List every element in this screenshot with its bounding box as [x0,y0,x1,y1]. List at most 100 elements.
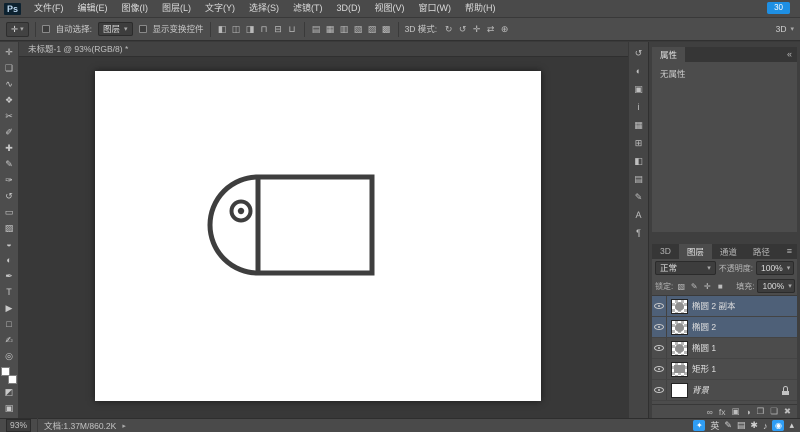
tool-preset-button[interactable]: ✛ ▾ [6,21,29,37]
lasso-tool[interactable]: ∿ [1,76,18,92]
fill-select[interactable]: 100% ▾ [757,279,796,293]
hand-tool[interactable]: ✍ [1,332,18,348]
history-brush-tool[interactable]: ↺ [1,188,18,204]
auto-select-checkbox[interactable] [41,25,50,33]
tab-3d[interactable]: 3D [652,244,679,259]
zoom-tool[interactable]: ◎ [1,348,18,364]
visibility-toggle[interactable] [652,338,667,358]
brush-tool[interactable]: ✎ [1,156,18,172]
auto-select-dropdown[interactable]: 图层 ▾ [98,22,133,36]
eraser-tool[interactable]: ▭ [1,204,18,220]
align-top-icon[interactable]: ⊓ [259,24,270,35]
tray-expand-icon[interactable]: ▴ [789,420,794,431]
collapse-panels-icon[interactable]: « [782,47,797,62]
3d-rotate-icon[interactable]: ↻ [443,24,454,35]
blur-tool[interactable]: ◒ [1,236,18,252]
color-swatches[interactable] [1,367,17,384]
brush-panel-icon[interactable]: ✎ [631,189,647,205]
menu-help[interactable]: 帮助(H) [458,3,503,13]
info-panel-icon[interactable]: i [631,99,647,115]
link-layers-icon[interactable]: ∞ [707,407,713,417]
layer-row[interactable]: 矩形 1 [652,359,797,380]
quick-selection-tool[interactable]: ❖ [1,92,18,108]
delete-layer-icon[interactable]: ✖ [784,406,791,417]
tab-paths[interactable]: 路径 [745,244,778,259]
distribute-bottom-icon[interactable]: ▥ [339,24,350,35]
menu-layer[interactable]: 图层(L) [155,3,198,13]
distribute-vertical-icon[interactable]: ▦ [325,24,336,35]
ime-settings-icon[interactable]: ✱ [750,420,758,431]
menu-filter[interactable]: 滤镜(T) [286,3,330,13]
3d-scale-icon[interactable]: ⊕ [499,24,510,35]
paragraph-panel-icon[interactable]: ¶ [631,225,647,241]
foreground-color-swatch[interactable] [1,367,10,376]
align-center-vertical-icon[interactable]: ⊟ [273,24,284,35]
tab-properties[interactable]: 属性 [652,47,686,62]
lock-all-icon[interactable]: ■ [715,282,725,291]
ime-language-indicator[interactable]: 英 [710,419,719,432]
layer-style-icon[interactable]: fx [719,407,726,417]
browser-icon[interactable]: ◉ [772,420,785,431]
character-panel-icon[interactable]: A [631,207,647,223]
document-size-info[interactable]: 文档:1.37M/860.2K [44,420,116,432]
align-right-icon[interactable]: ◨ [245,24,256,35]
menu-file[interactable]: 文件(F) [27,3,71,13]
history-panel-icon[interactable]: ↺ [631,45,647,61]
menu-view[interactable]: 视图(V) [368,3,412,13]
dodge-tool[interactable]: ◐ [1,252,18,268]
align-bottom-icon[interactable]: ⊔ [287,24,298,35]
layer-row[interactable]: 椭圆 2 副本 [652,296,797,317]
menu-select[interactable]: 选择(S) [242,3,286,13]
adjustments-panel-icon[interactable]: ◐ [631,63,647,79]
visibility-toggle[interactable] [652,380,667,400]
healing-brush-tool[interactable]: ✚ [1,140,18,156]
lock-transparent-pixels-icon[interactable]: ▧ [676,282,686,291]
crop-tool[interactable]: ✂ [1,108,18,124]
canvas[interactable] [95,71,541,401]
quick-mask-button[interactable]: ◩ [1,384,18,400]
new-layer-icon[interactable]: ❏ [770,406,778,417]
visibility-toggle[interactable] [652,359,667,379]
swatches-panel-icon[interactable]: ▤ [631,171,647,187]
menu-edit[interactable]: 编辑(E) [71,3,115,13]
pen-tool[interactable]: ✒ [1,268,18,284]
masks-panel-icon[interactable]: ▣ [631,81,647,97]
rectangular-marquee-tool[interactable]: ❏ [1,60,18,76]
visibility-toggle[interactable] [652,296,667,316]
panel-menu-icon[interactable]: ≡ [782,244,797,259]
eyedropper-tool[interactable]: ✐ [1,124,18,140]
gradient-tool[interactable]: ▨ [1,220,18,236]
3d-roll-icon[interactable]: ↺ [457,24,468,35]
status-flyout-icon[interactable]: ▸ [122,422,126,430]
new-group-icon[interactable]: ❒ [757,406,765,417]
rectangle-tool[interactable]: □ [1,316,18,332]
blend-mode-select[interactable]: 正常 ▾ [655,261,716,275]
align-left-icon[interactable]: ◧ [217,24,228,35]
navigator-panel-icon[interactable]: ⊞ [631,135,647,151]
show-transform-checkbox[interactable] [138,25,147,33]
distribute-horizontal-icon[interactable]: ▨ [367,24,378,35]
layer-row[interactable]: 背景 [652,380,797,401]
chat-app-icon[interactable]: ✦ [693,420,706,431]
lock-position-icon[interactable]: ✛ [702,282,712,291]
distribute-left-icon[interactable]: ▧ [353,24,364,35]
lock-image-pixels-icon[interactable]: ✎ [689,282,699,291]
move-tool[interactable]: ✛ [1,44,18,60]
3d-slide-icon[interactable]: ⇄ [485,24,496,35]
tab-channels[interactable]: 通道 [712,244,745,259]
menu-3d[interactable]: 3D(D) [330,3,368,13]
add-mask-icon[interactable]: ▣ [731,406,739,417]
layer-row[interactable]: 椭圆 2 [652,317,797,338]
opacity-select[interactable]: 100% ▾ [756,261,794,275]
menu-type[interactable]: 文字(Y) [198,3,242,13]
ime-pen-icon[interactable]: ✎ [724,420,732,431]
menu-window[interactable]: 窗口(W) [412,3,459,13]
align-center-horizontal-icon[interactable]: ◫ [231,24,242,35]
ime-keyboard-icon[interactable]: ▤ [737,420,746,431]
layer-row[interactable]: 椭圆 1 [652,338,797,359]
distribute-top-icon[interactable]: ▤ [311,24,322,35]
screen-mode-button[interactable]: ▣ [1,400,18,416]
workspace-switcher[interactable]: 3D ▾ [776,24,794,34]
color-panel-icon[interactable]: ◧ [631,153,647,169]
visibility-toggle[interactable] [652,317,667,337]
